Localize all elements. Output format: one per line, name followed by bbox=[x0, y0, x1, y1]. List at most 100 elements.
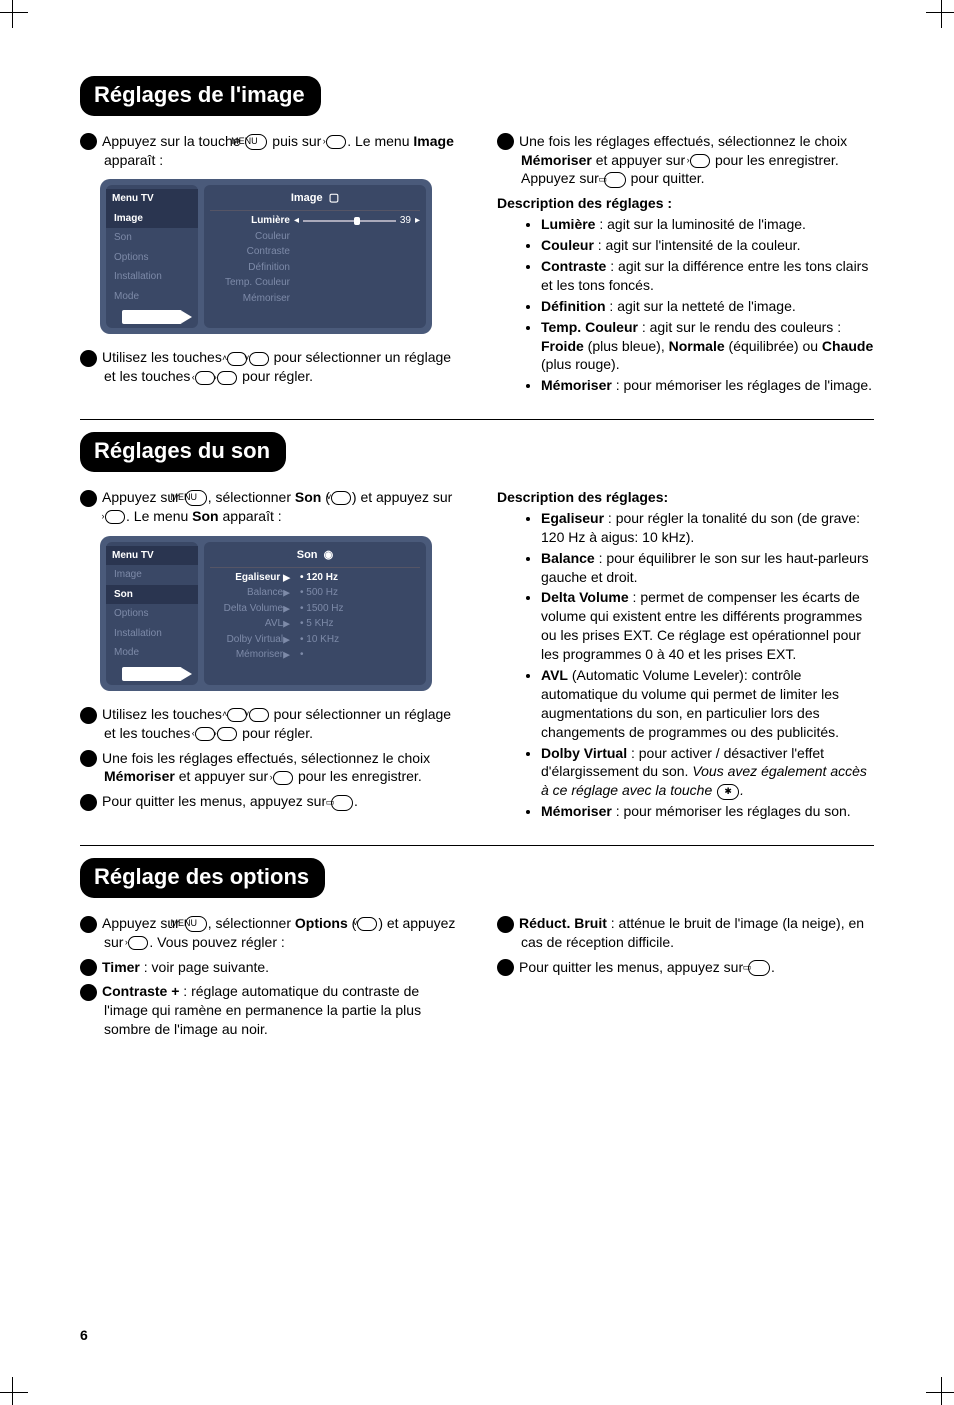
osd-image-menu: Menu TV Image Son Options Installation M… bbox=[100, 179, 432, 334]
right-button-icon: › bbox=[217, 371, 237, 385]
page-number: 6 bbox=[80, 1326, 88, 1345]
sound-step-4: 4Pour quitter les menus, appuyez sur ▭. bbox=[80, 792, 457, 811]
text: et appuyer sur bbox=[175, 768, 272, 784]
text: et appuyer sur bbox=[592, 152, 689, 168]
step-number-4-icon: 4 bbox=[497, 916, 514, 933]
text: , sélectionner bbox=[208, 915, 295, 931]
exit-button-icon: ▭ bbox=[748, 960, 770, 976]
list-item: Balance : pour équilibrer le son sur les… bbox=[541, 549, 874, 587]
osd-left-item: Options bbox=[106, 248, 198, 268]
text: apparaît : bbox=[104, 152, 163, 168]
osd-row-label: Dolby Virtual▶ bbox=[210, 633, 294, 647]
text-bold: Réduct. Bruit bbox=[519, 915, 607, 931]
options-step-3: 3Contraste + : réglage automatique du co… bbox=[80, 982, 457, 1039]
text: Une fois les réglages effectués, sélecti… bbox=[519, 133, 847, 149]
step-number-1-icon: 1 bbox=[80, 490, 97, 507]
crop-mark bbox=[12, 0, 13, 28]
sound-desc-head: Description des réglages: bbox=[497, 488, 874, 507]
list-item: Mémoriser : pour mémoriser les réglages … bbox=[541, 376, 874, 395]
step-number-5-icon: 5 bbox=[497, 959, 514, 976]
crop-mark bbox=[0, 12, 28, 13]
osd-slider: ◂39▸ bbox=[294, 214, 420, 228]
osd-row-label: Balance▶ bbox=[210, 586, 294, 600]
list-item: Lumière : agit sur la luminosité de l'im… bbox=[541, 215, 874, 234]
text-bold: Options bbox=[295, 915, 348, 931]
list-item: Delta Volume : permet de compenser les é… bbox=[541, 588, 874, 664]
exit-button-icon: ▭ bbox=[604, 172, 626, 188]
text: Utilisez les touches bbox=[102, 349, 226, 365]
text: Une fois les réglages effectués, sélecti… bbox=[102, 750, 430, 766]
menu-button-icon: MENU bbox=[245, 134, 267, 150]
step-number-2-icon: 2 bbox=[80, 350, 97, 367]
osd-row-value: • 5 KHz bbox=[294, 617, 420, 631]
osd-sound-menu: Menu TV Image Son Options Installation M… bbox=[100, 536, 432, 691]
osd-row-label: Temp. Couleur bbox=[210, 276, 294, 290]
list-item: Contraste : agit sur la différence entre… bbox=[541, 257, 874, 295]
exit-button-icon: ▭ bbox=[331, 795, 353, 811]
image-desc-head: Description des réglages : bbox=[497, 194, 874, 213]
crop-mark bbox=[941, 0, 942, 28]
down-button-icon: ˅ bbox=[249, 708, 269, 722]
text: pour quitter. bbox=[627, 170, 705, 186]
osd-row-value: • bbox=[294, 648, 420, 662]
osd-row-value: • 1500 Hz bbox=[294, 602, 420, 616]
osd-row-label: Mémoriser▶ bbox=[210, 648, 294, 662]
text: Pour quitter les menus, appuyez sur bbox=[102, 793, 330, 809]
text-bold: Image bbox=[413, 133, 453, 149]
options-step-4: 4Réduct. Bruit : atténue le bruit de l'i… bbox=[497, 914, 874, 952]
text-bold: Son bbox=[192, 508, 218, 524]
step-number-2-icon: 2 bbox=[80, 707, 97, 724]
crop-mark bbox=[941, 1377, 942, 1405]
osd-row-label: Lumière bbox=[210, 214, 294, 228]
osd-row-label: Delta Volume▶ bbox=[210, 602, 294, 616]
text: apparaît : bbox=[219, 508, 282, 524]
down-button-icon: ˅ bbox=[249, 352, 269, 366]
right-button-icon: › bbox=[105, 510, 125, 524]
osd-row-label: AVL▶ bbox=[210, 617, 294, 631]
image-step-2: 2Utilisez les touches ˄˅ pour sélectionn… bbox=[80, 348, 457, 386]
osd-left-item: Son bbox=[106, 585, 198, 605]
right-button-icon: › bbox=[690, 154, 710, 168]
step-number-3-icon: 3 bbox=[80, 750, 97, 767]
image-step-1: 1 Appuyez sur la touche MENU puis sur ›. … bbox=[80, 132, 457, 170]
step-number-3-icon: 3 bbox=[497, 133, 514, 150]
options-step-5: 5Pour quitter les menus, appuyez sur ▭. bbox=[497, 958, 874, 977]
osd-left-item: Mode bbox=[106, 287, 198, 307]
step-number-4-icon: 4 bbox=[80, 794, 97, 811]
down-button-icon: ˅ bbox=[357, 917, 377, 931]
image-desc-list: Lumière : agit sur la luminosité de l'im… bbox=[497, 215, 874, 395]
osd-left-item: Image bbox=[106, 565, 198, 585]
text: . Vous pouvez régler : bbox=[149, 934, 284, 950]
text: . bbox=[771, 959, 775, 975]
sound-step-3: 3 Une fois les réglages effectués, sélect… bbox=[80, 749, 457, 787]
osd-left-item: Installation bbox=[106, 624, 198, 644]
osd-row-label: Définition bbox=[210, 261, 294, 275]
text: pour régler. bbox=[238, 725, 313, 741]
crop-mark bbox=[12, 1377, 13, 1405]
text: puis sur bbox=[268, 133, 325, 149]
text: : voir page suivante. bbox=[140, 959, 269, 975]
osd-right-title: Image ▢ bbox=[210, 189, 420, 211]
text: . Le menu bbox=[347, 133, 413, 149]
text-bold: Contraste + bbox=[102, 983, 179, 999]
step-number-2-icon: 2 bbox=[80, 959, 97, 976]
text: pour les enregistrer. bbox=[294, 768, 422, 784]
step-number-1-icon: 1 bbox=[80, 133, 97, 150]
sound-step-1: 1Appuyez sur MENU, sélectionner Son (˅) … bbox=[80, 488, 457, 526]
osd-arrow-icon bbox=[122, 310, 182, 324]
crop-mark bbox=[0, 1392, 28, 1393]
sound-desc-list: Egaliseur : pour régler la tonalité du s… bbox=[497, 509, 874, 821]
step-number-1-icon: 1 bbox=[80, 916, 97, 933]
osd-left-title: Menu TV bbox=[106, 189, 198, 209]
osd-row-label: Mémoriser bbox=[210, 292, 294, 306]
text: Appuyez sur la touche bbox=[102, 133, 244, 149]
osd-arrow-icon bbox=[122, 667, 182, 681]
down-button-icon: ˅ bbox=[331, 491, 351, 505]
sound-step-2: 2Utilisez les touches ˄˅ pour sélectionn… bbox=[80, 705, 457, 743]
text: . Le menu bbox=[126, 508, 192, 524]
osd-left-item: Mode bbox=[106, 643, 198, 663]
right-button-icon: › bbox=[326, 135, 346, 149]
list-item: Temp. Couleur : agit sur le rendu des co… bbox=[541, 318, 874, 375]
list-item: Définition : agit sur la netteté de l'im… bbox=[541, 297, 874, 316]
list-item: Mémoriser : pour mémoriser les réglages … bbox=[541, 802, 874, 821]
